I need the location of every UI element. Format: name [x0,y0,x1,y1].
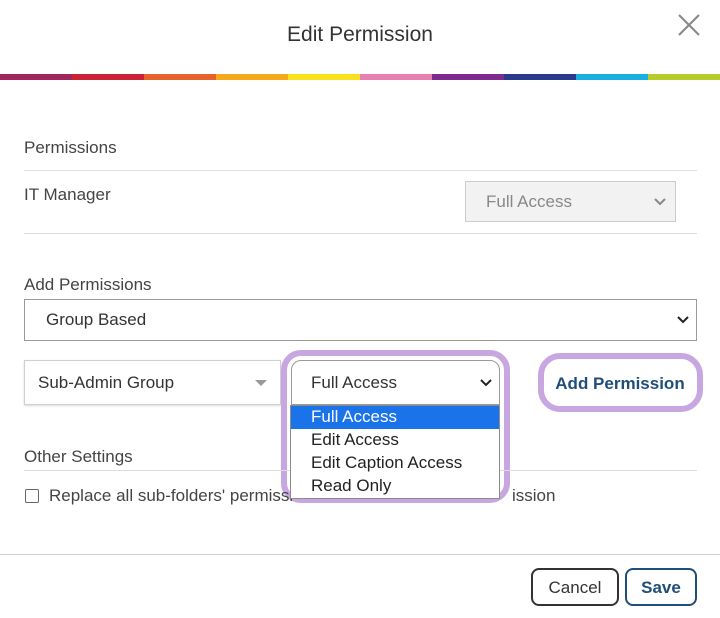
stripe-segment [648,74,720,80]
existing-permission-select[interactable]: Full Access [465,181,676,222]
divider [24,170,697,171]
group-select[interactable]: Sub-Admin Group [24,360,281,405]
add-permission-button[interactable]: Add Permission [547,363,693,404]
group-select-value: Sub-Admin Group [38,372,175,392]
stripe-segment [0,74,72,80]
replace-subfolders-label-right: ission [512,486,556,505]
caret-down-icon [255,379,267,386]
permission-type-select[interactable]: Group Based [24,299,697,341]
footer-divider [0,554,720,555]
access-level-select[interactable]: Full Access [291,360,500,405]
access-option[interactable]: Edit Caption Access [291,452,499,475]
save-button[interactable]: Save [625,568,697,606]
access-option[interactable]: Full Access [291,406,499,429]
existing-permission-value: Full Access [486,191,572,211]
cancel-button[interactable]: Cancel [531,568,619,606]
access-option[interactable]: Edit Access [291,429,499,452]
replace-subfolders-checkbox[interactable] [25,489,39,503]
permission-type-value: Group Based [46,310,147,329]
stripe-segment [576,74,648,80]
brand-color-stripe [0,74,720,80]
access-level-value: Full Access [311,372,397,392]
stripe-segment [360,74,432,80]
stripe-segment [72,74,144,80]
access-level-options: Full Access Edit Access Edit Caption Acces… [290,405,500,499]
permission-user-name: IT Manager [24,185,111,204]
stripe-segment [288,74,360,80]
dialog-header: Edit Permission [0,0,720,74]
stripe-segment [144,74,216,80]
edit-permission-dialog: Edit Permission Permissions IT Manager F… [0,0,720,618]
stripe-segment [504,74,576,80]
other-settings-heading: Other Settings [24,447,133,466]
close-icon [678,14,700,36]
add-permissions-heading: Add Permissions [24,275,152,294]
close-button[interactable] [676,12,702,38]
chevron-down-icon [677,316,689,324]
chevron-down-icon [654,197,666,205]
dialog-title: Edit Permission [287,23,433,46]
stripe-segment [216,74,288,80]
permissions-heading: Permissions [24,138,117,157]
stripe-segment [432,74,504,80]
divider [24,233,697,234]
access-option[interactable]: Read Only [291,475,499,498]
replace-subfolders-label-left: Replace all sub-folders' permissi [49,486,294,505]
chevron-down-icon [480,378,492,386]
